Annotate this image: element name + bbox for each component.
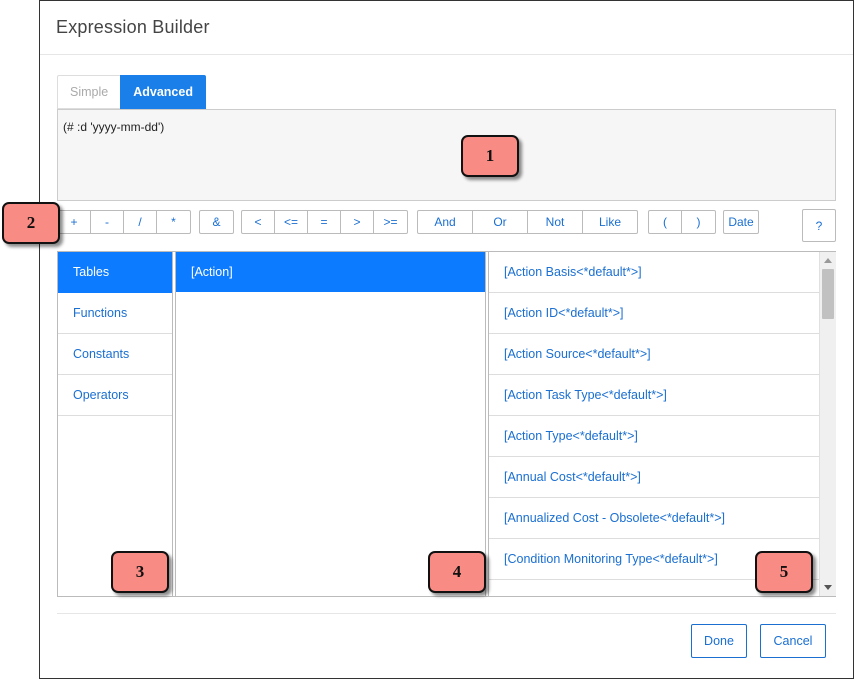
callout-3: 3 [111, 551, 169, 593]
field-item[interactable]: [Action Basis<*default*>] [489, 252, 819, 293]
not-button[interactable]: Not [528, 211, 583, 233]
table-item-action[interactable]: [Action] [176, 252, 485, 292]
expression-picker: Tables Functions Constants Operators [Ac… [57, 251, 836, 597]
title-divider [40, 54, 853, 55]
greater-than-button[interactable]: > [341, 211, 374, 233]
category-list: Tables Functions Constants Operators [58, 252, 173, 596]
callout-2: 2 [2, 202, 60, 244]
less-than-button[interactable]: < [242, 211, 275, 233]
logic-operator-group: And Or Not Like [417, 210, 638, 234]
concat-operator-group: & [199, 210, 234, 234]
plus-button[interactable]: + [58, 211, 91, 233]
cancel-button[interactable]: Cancel [760, 624, 826, 658]
category-item-constants[interactable]: Constants [58, 334, 172, 375]
tab-advanced[interactable]: Advanced [120, 75, 206, 109]
category-item-tables[interactable]: Tables [58, 252, 172, 293]
date-operator-group: Date [723, 210, 759, 234]
category-item-functions[interactable]: Functions [58, 293, 172, 334]
footer-divider [57, 613, 836, 614]
help-button[interactable]: ? [802, 209, 836, 242]
ampersand-button[interactable]: & [200, 211, 233, 233]
paren-operator-group: ( ) [648, 210, 716, 234]
equals-button[interactable]: = [308, 211, 341, 233]
and-button[interactable]: And [418, 211, 473, 233]
mode-tabs: Simple Advanced [57, 75, 206, 109]
multiply-button[interactable]: * [157, 211, 190, 233]
field-item[interactable]: [Annual Cost<*default*>] [489, 457, 819, 498]
field-item[interactable]: [Annualized Cost - Obsolete<*default*>] [489, 498, 819, 539]
field-item[interactable]: [Action Source<*default*>] [489, 334, 819, 375]
triangle-up-icon[interactable] [824, 258, 832, 263]
field-item[interactable]: [Action Task Type<*default*>] [489, 375, 819, 416]
close-paren-button[interactable]: ) [682, 211, 715, 233]
table-list: [Action] [175, 252, 486, 596]
compare-operator-group: < <= = > >= [241, 210, 408, 234]
like-button[interactable]: Like [583, 211, 637, 233]
callout-4: 4 [428, 551, 486, 593]
category-item-operators[interactable]: Operators [58, 375, 172, 416]
triangle-down-icon[interactable] [824, 585, 832, 590]
arith-operator-group: + - / * [57, 210, 191, 234]
greater-equal-button[interactable]: >= [374, 211, 407, 233]
callout-1: 1 [461, 135, 519, 177]
scrollbar-thumb[interactable] [822, 269, 834, 319]
field-list-scrollbar[interactable] [819, 252, 836, 596]
field-item[interactable]: [Action Type<*default*>] [489, 416, 819, 457]
minus-button[interactable]: - [91, 211, 124, 233]
divide-button[interactable]: / [124, 211, 157, 233]
open-paren-button[interactable]: ( [649, 211, 682, 233]
done-button[interactable]: Done [691, 624, 747, 658]
tab-simple[interactable]: Simple [57, 75, 121, 109]
callout-5: 5 [755, 551, 813, 593]
expression-textarea[interactable]: (# :d 'yyyy-mm-dd') [57, 109, 836, 201]
field-list: [Action Basis<*default*>] [Action ID<*de… [488, 252, 819, 596]
field-item[interactable]: [Action ID<*default*>] [489, 293, 819, 334]
less-equal-button[interactable]: <= [275, 211, 308, 233]
or-button[interactable]: Or [473, 211, 528, 233]
date-button[interactable]: Date [724, 211, 758, 233]
dialog-title: Expression Builder [56, 17, 210, 37]
